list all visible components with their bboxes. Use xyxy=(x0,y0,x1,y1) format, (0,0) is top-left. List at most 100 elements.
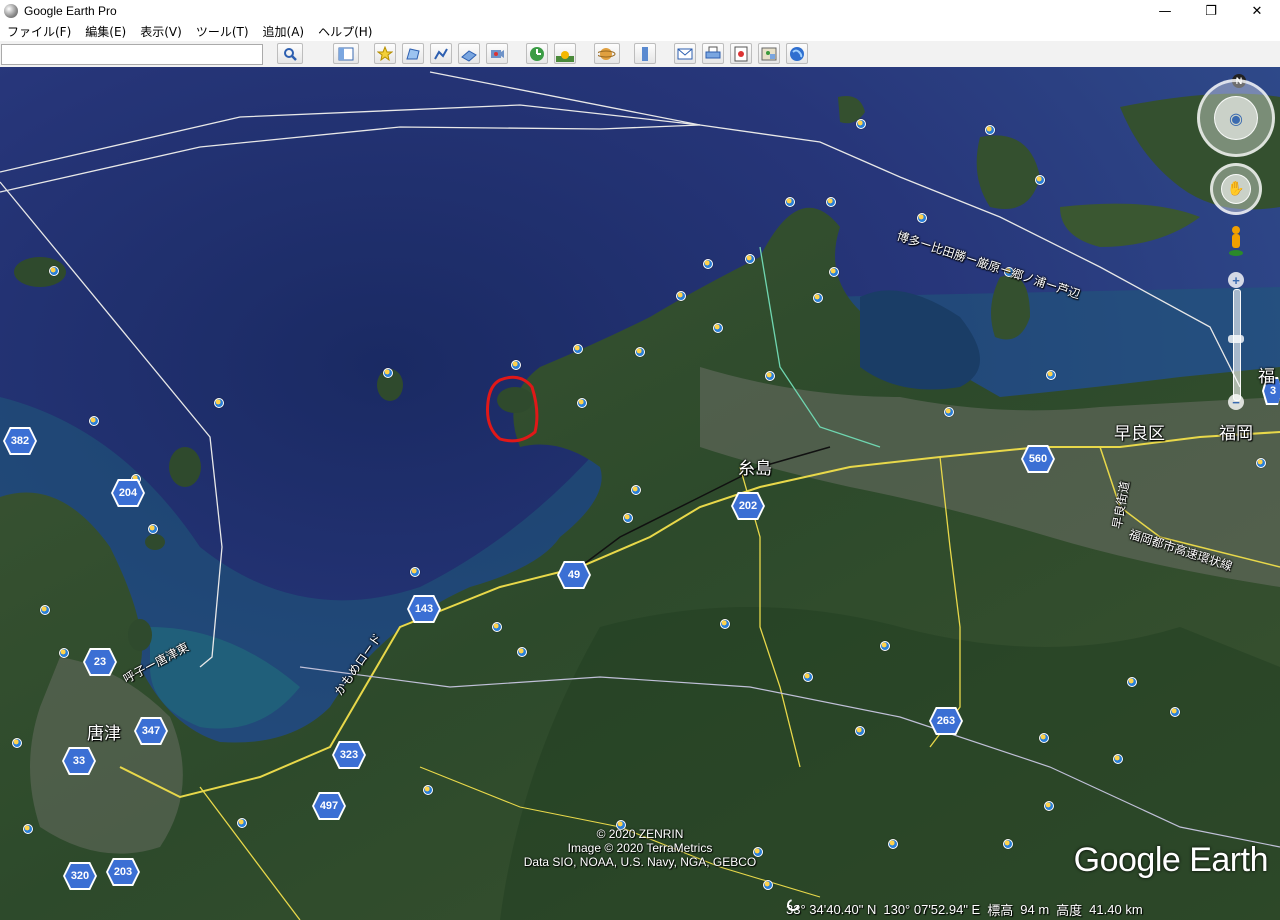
search-button[interactable] xyxy=(277,43,303,64)
poi-pin[interactable] xyxy=(383,368,393,378)
poi-pin[interactable] xyxy=(237,818,247,828)
poi-pin[interactable] xyxy=(803,672,813,682)
poi-pin[interactable] xyxy=(944,407,954,417)
poi-pin[interactable] xyxy=(89,416,99,426)
poi-pin[interactable] xyxy=(1039,733,1049,743)
menu-file[interactable]: ファイル(F) xyxy=(0,23,78,40)
look-around-control[interactable]: ◉ xyxy=(1197,79,1275,157)
poi-pin[interactable] xyxy=(785,197,795,207)
record-tour-button[interactable] xyxy=(486,43,508,64)
poi-pin[interactable] xyxy=(917,213,927,223)
menu-view[interactable]: 表示(V) xyxy=(133,23,189,40)
search-icon xyxy=(284,47,297,61)
poi-pin[interactable] xyxy=(676,291,686,301)
poi-pin[interactable] xyxy=(855,726,865,736)
poi-pin[interactable] xyxy=(1127,677,1137,687)
sidebar-toggle-button[interactable] xyxy=(333,43,359,64)
poi-pin[interactable] xyxy=(623,513,633,523)
menu-help[interactable]: ヘルプ(H) xyxy=(311,23,379,40)
poi-pin[interactable] xyxy=(577,398,587,408)
poi-pin[interactable] xyxy=(148,524,158,534)
satellite-imagery xyxy=(0,67,1280,920)
close-button[interactable]: ✕ xyxy=(1234,0,1280,22)
poi-pin[interactable] xyxy=(745,254,755,264)
menu-tools[interactable]: ツール(T) xyxy=(189,23,256,40)
eye-icon[interactable]: ◉ xyxy=(1214,96,1258,140)
poi-pin[interactable] xyxy=(410,567,420,577)
zoom-out-button[interactable]: − xyxy=(1228,394,1244,410)
zoom-slider-track[interactable] xyxy=(1233,289,1241,401)
menu-edit[interactable]: 編集(E) xyxy=(78,23,133,40)
poi-pin[interactable] xyxy=(1170,707,1180,717)
altitude-label: 高度 xyxy=(1056,902,1083,918)
poi-pin[interactable] xyxy=(856,119,866,129)
poi-pin[interactable] xyxy=(1046,370,1056,380)
elevation-readout: 94 m xyxy=(1020,901,1050,917)
email-button[interactable] xyxy=(674,43,696,64)
add-image-overlay-button[interactable] xyxy=(458,43,480,64)
poi-pin[interactable] xyxy=(40,605,50,615)
poi-pin[interactable] xyxy=(713,323,723,333)
zoom-in-button[interactable]: + xyxy=(1228,272,1244,288)
poi-pin[interactable] xyxy=(765,371,775,381)
add-path-button[interactable] xyxy=(430,43,452,64)
poi-pin[interactable] xyxy=(985,125,995,135)
historical-imagery-button[interactable] xyxy=(526,43,548,64)
poi-pin[interactable] xyxy=(1003,839,1013,849)
search-input[interactable] xyxy=(1,44,263,65)
poi-pin[interactable] xyxy=(635,347,645,357)
move-control[interactable]: ✋ xyxy=(1210,163,1262,215)
route-shield-323: 323 xyxy=(334,743,364,767)
hand-icon[interactable]: ✋ xyxy=(1221,174,1251,204)
poi-pin[interactable] xyxy=(23,824,33,834)
imagery-attribution: © 2020 ZENRIN Image © 2020 TerraMetrics … xyxy=(505,827,775,869)
route-shield-382: 382 xyxy=(5,429,35,453)
route-shield-203: 203 xyxy=(108,860,138,884)
zoom-slider-handle[interactable] xyxy=(1228,335,1244,343)
poi-pin[interactable] xyxy=(631,485,641,495)
poi-pin[interactable] xyxy=(214,398,224,408)
google-earth-logo: Google Earth xyxy=(1073,841,1269,879)
route-shield-263: 263 xyxy=(931,709,961,733)
poi-pin[interactable] xyxy=(880,641,890,651)
street-view-pegman-icon[interactable] xyxy=(1228,225,1244,257)
sunlight-button[interactable] xyxy=(554,43,576,64)
view-in-google-maps-button[interactable] xyxy=(758,43,780,64)
city-label-fuku-partial: 福 xyxy=(1258,367,1275,387)
toolbar xyxy=(0,41,1280,68)
route-shield-560: 560 xyxy=(1023,447,1053,471)
poi-pin[interactable] xyxy=(763,880,773,890)
save-image-button[interactable] xyxy=(730,43,752,64)
add-placemark-button[interactable] xyxy=(374,43,396,64)
poi-pin[interactable] xyxy=(888,839,898,849)
poi-pin[interactable] xyxy=(49,266,59,276)
route-shield-202: 202 xyxy=(733,494,763,518)
poi-pin[interactable] xyxy=(517,647,527,657)
add-polygon-button[interactable] xyxy=(402,43,424,64)
poi-pin[interactable] xyxy=(423,785,433,795)
poi-pin[interactable] xyxy=(1256,458,1266,468)
print-button[interactable] xyxy=(702,43,724,64)
poi-pin[interactable] xyxy=(813,293,823,303)
switch-planet-button[interactable] xyxy=(594,43,620,64)
poi-pin[interactable] xyxy=(826,197,836,207)
map-viewport[interactable]: 382 204 23 347 33 320 203 143 49 202 560… xyxy=(0,67,1280,920)
poi-pin[interactable] xyxy=(573,344,583,354)
poi-pin[interactable] xyxy=(1035,175,1045,185)
poi-pin[interactable] xyxy=(59,648,69,658)
minimize-button[interactable]: — xyxy=(1142,0,1188,22)
menu-bar: ファイル(F) 編集(E) 表示(V) ツール(T) 追加(A) ヘルプ(H) xyxy=(0,22,1280,41)
ruler-button[interactable] xyxy=(634,43,656,64)
poi-pin[interactable] xyxy=(1113,754,1123,764)
poi-pin[interactable] xyxy=(12,738,22,748)
poi-pin[interactable] xyxy=(511,360,521,370)
maximize-button[interactable]: ❐ xyxy=(1188,0,1234,22)
poi-pin[interactable] xyxy=(492,622,502,632)
poi-pin[interactable] xyxy=(703,259,713,269)
poi-pin[interactable] xyxy=(1044,801,1054,811)
earth-button[interactable] xyxy=(786,43,808,64)
city-label-karatsu: 唐津 xyxy=(87,724,121,744)
poi-pin[interactable] xyxy=(829,267,839,277)
menu-add[interactable]: 追加(A) xyxy=(256,23,312,40)
poi-pin[interactable] xyxy=(720,619,730,629)
